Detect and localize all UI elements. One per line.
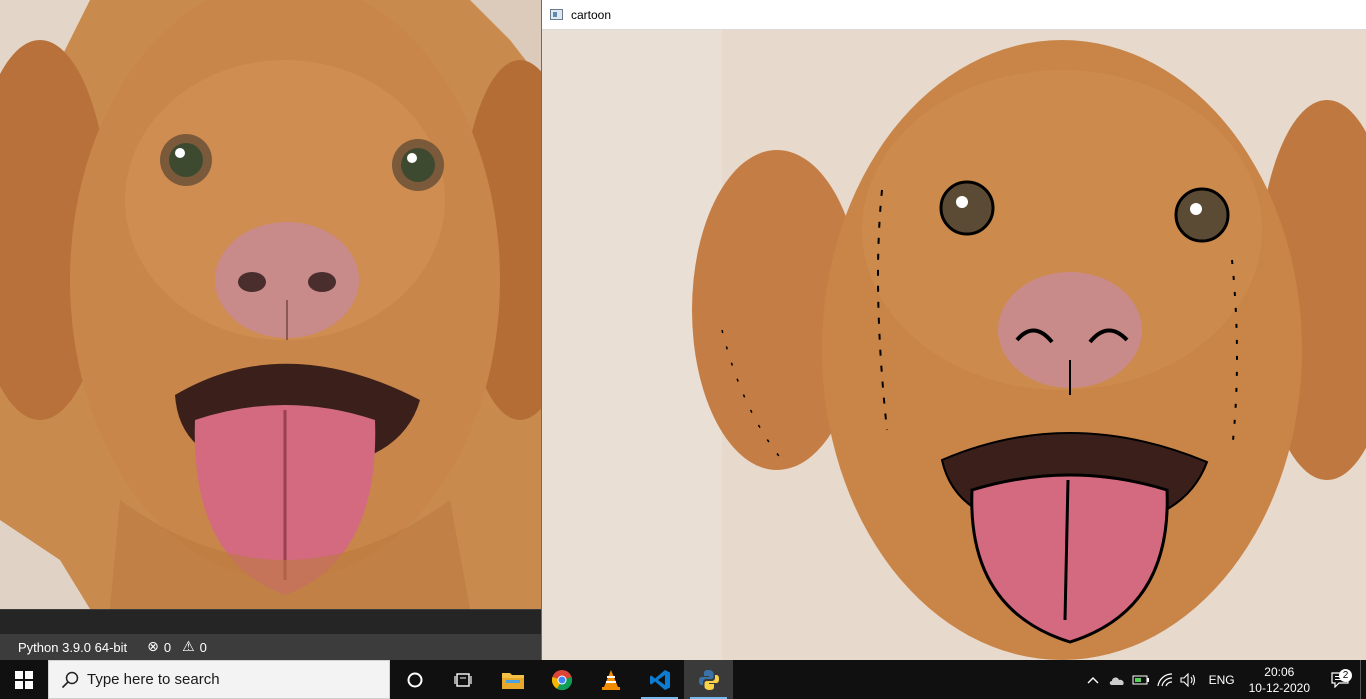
volume-tray-icon[interactable]: [1177, 672, 1201, 687]
chrome-icon: [551, 669, 572, 690]
clock-time: 20:06: [1264, 664, 1295, 679]
vscode-status-bar: Python 3.9.0 64-bit ⊗ 0 ⚠ 0: [0, 634, 541, 660]
cortana-icon: [407, 672, 422, 687]
windows-logo-icon: [15, 670, 33, 689]
speaker-icon: [1180, 672, 1195, 687]
chrome-button[interactable]: [537, 660, 586, 699]
error-count: 0: [163, 639, 172, 655]
vlc-icon: [601, 669, 620, 690]
wifi-icon: [1156, 672, 1172, 686]
action-center-button[interactable]: 2: [1320, 668, 1360, 688]
cartoon-window[interactable]: cartoon: [541, 0, 1366, 660]
dog-photo-original: [0, 0, 541, 609]
cortana-button[interactable]: [390, 660, 439, 699]
window-app-icon: [550, 9, 563, 20]
original-image: [0, 0, 541, 609]
vscode-button[interactable]: [635, 660, 684, 699]
show-hidden-icons-button[interactable]: [1081, 676, 1105, 684]
problems-indicator[interactable]: ⊗ 0 ⚠ 0: [147, 639, 207, 655]
system-tray: ENG 20:06 10-12-2020 2: [1081, 660, 1366, 699]
taskbar-clock[interactable]: 20:06 10-12-2020: [1249, 664, 1310, 696]
vlc-button[interactable]: [586, 660, 635, 699]
search-placeholder: Type here to search: [87, 671, 220, 688]
warning-count: 0: [199, 639, 207, 655]
error-icon: ⊗: [147, 639, 159, 655]
python-button[interactable]: [684, 660, 733, 699]
chevron-up-icon: [1087, 676, 1099, 683]
vscode-icon: [649, 669, 670, 690]
warning-icon: ⚠: [182, 639, 195, 655]
python-interpreter[interactable]: Python 3.9.0 64-bit: [18, 640, 127, 655]
battery-tray-icon[interactable]: [1129, 675, 1153, 685]
wifi-tray-icon[interactable]: [1153, 672, 1177, 687]
show-desktop-button[interactable]: [1360, 660, 1366, 699]
cartoon-image: [542, 30, 1366, 660]
windows-taskbar: Type here to search ENG 20:06 10-12-2020…: [0, 660, 1366, 699]
start-button[interactable]: [0, 660, 48, 699]
python-version-label: Python 3.9.0 64-bit: [18, 639, 128, 655]
python-icon: [698, 669, 719, 690]
clock-date: 10-12-2020: [1248, 680, 1310, 695]
window-titlebar[interactable]: cartoon: [542, 0, 1366, 30]
cloud-icon: [1109, 676, 1124, 685]
task-view-icon: [453, 672, 472, 687]
dog-cartoon: [542, 30, 1366, 660]
window-title: cartoon: [571, 7, 612, 22]
taskbar-search-box[interactable]: Type here to search: [48, 660, 390, 699]
battery-icon: [1132, 675, 1149, 684]
file-explorer-button[interactable]: [488, 660, 537, 699]
notification-count-badge: 2: [1339, 668, 1352, 682]
task-view-button[interactable]: [439, 660, 488, 699]
vscode-panel-strip: [0, 609, 541, 635]
input-language[interactable]: ENG: [1209, 673, 1235, 687]
file-explorer-icon: [501, 672, 524, 689]
search-icon: [61, 671, 79, 688]
onedrive-tray-icon[interactable]: [1105, 674, 1129, 686]
